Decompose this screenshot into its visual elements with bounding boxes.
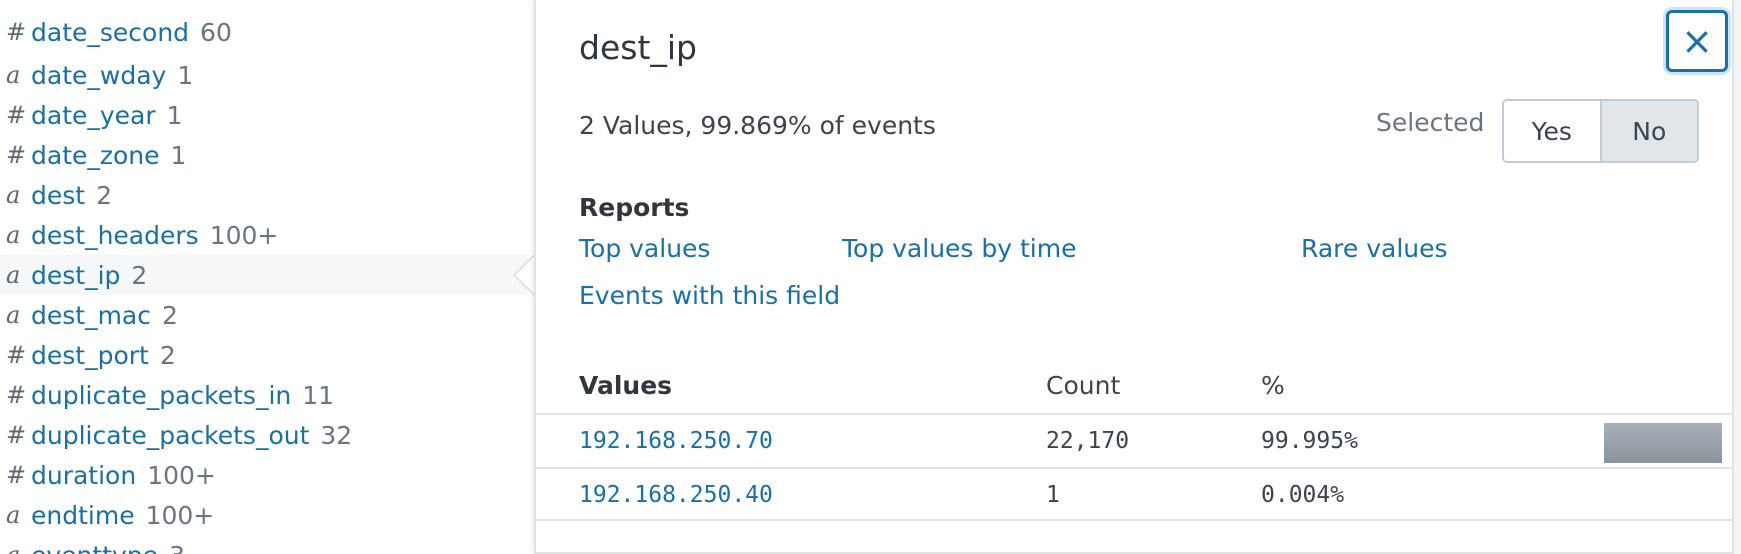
field-count: 32 xyxy=(320,420,353,450)
field-name[interactable]: duplicate_packets_in xyxy=(31,381,291,410)
field-row[interactable]: # duplicate_packets_out 32 xyxy=(0,415,528,455)
field-summary-popover: dest_ip × 2 Values, 99.869% of events Se… xyxy=(534,0,1734,554)
close-button[interactable]: × xyxy=(1666,10,1728,72)
string-type-icon: a xyxy=(6,541,31,554)
percent-cell: 0.004% xyxy=(1261,482,1345,508)
field-name[interactable]: dest xyxy=(31,181,85,210)
string-type-icon: a xyxy=(6,301,21,329)
numeric-type-icon: # xyxy=(6,461,27,489)
toggle-no-button[interactable]: No xyxy=(1599,101,1697,161)
values-summary: 2 Values, 99.869% of events xyxy=(579,111,936,140)
percent-cell: 99.995% xyxy=(1261,428,1358,454)
toggle-yes-button[interactable]: Yes xyxy=(1504,101,1600,161)
top-values-link[interactable]: Top values xyxy=(579,234,710,263)
table-row: 192.168.250.70 22,170 99.995% xyxy=(536,413,1732,467)
table-bottom-border xyxy=(536,519,1732,521)
percent-column-header: % xyxy=(1261,371,1285,400)
field-name[interactable]: dest_mac xyxy=(31,301,151,330)
string-type-icon: a xyxy=(6,261,21,289)
field-name[interactable]: dest_ip xyxy=(31,261,120,290)
percent-bar xyxy=(1604,423,1722,463)
field-row[interactable]: # date_year 1 xyxy=(0,95,528,135)
numeric-type-icon: # xyxy=(6,341,27,369)
field-row[interactable]: a endtime 100+ xyxy=(0,495,528,535)
numeric-type-icon: # xyxy=(6,421,27,449)
background-panel-edge xyxy=(1735,0,1741,554)
numeric-type-icon: # xyxy=(6,141,27,169)
field-count: 60 xyxy=(200,17,232,47)
percent-bar-track xyxy=(1604,423,1722,463)
string-type-icon: a xyxy=(6,61,21,89)
field-row[interactable]: # duration 100+ xyxy=(0,455,528,495)
field-row[interactable]: a date_wday 1 xyxy=(0,55,528,95)
count-column-header: Count xyxy=(1046,371,1121,400)
field-count: 11 xyxy=(302,380,335,410)
field-count: 100+ xyxy=(147,460,216,490)
field-name[interactable]: dest_port xyxy=(31,341,149,370)
field-count: 2 xyxy=(131,260,148,290)
events-with-field-link[interactable]: Events with this field xyxy=(579,281,840,310)
string-type-icon: a xyxy=(6,501,21,529)
field-name[interactable]: duplicate_packets_out xyxy=(31,421,309,450)
field-row[interactable]: a eventtype 3 xyxy=(0,535,528,554)
top-values-by-time-link[interactable]: Top values by time xyxy=(842,234,1077,263)
field-count: 2 xyxy=(96,180,112,210)
field-name[interactable]: dest_headers xyxy=(31,221,199,250)
count-cell: 1 xyxy=(1046,482,1060,508)
field-name[interactable]: date_year xyxy=(31,101,156,130)
field-count: 2 xyxy=(162,300,178,330)
string-type-icon: a xyxy=(6,221,21,249)
field-name[interactable]: duration xyxy=(31,461,136,490)
field-name[interactable]: endtime xyxy=(31,501,135,530)
field-name[interactable]: eventtype xyxy=(31,541,158,554)
field-count: 100+ xyxy=(209,220,279,250)
field-row[interactable]: # date_zone 1 xyxy=(0,135,528,175)
field-count: 1 xyxy=(166,100,183,130)
field-count: 100+ xyxy=(145,500,215,530)
field-list: # date_second 60 a date_wday 1 # date_ye… xyxy=(0,0,528,554)
field-row[interactable]: # dest_port 2 xyxy=(0,335,528,375)
field-row[interactable]: a dest_mac 2 xyxy=(0,295,528,335)
value-link[interactable]: 192.168.250.70 xyxy=(579,428,773,454)
count-cell: 22,170 xyxy=(1046,428,1130,454)
popover-title: dest_ip xyxy=(579,28,697,67)
field-name[interactable]: date_second xyxy=(31,18,189,47)
percent-bar-track xyxy=(1604,477,1722,517)
field-row-selected[interactable]: a dest_ip 2 xyxy=(0,255,528,295)
numeric-type-icon: # xyxy=(6,381,27,409)
field-name[interactable]: date_wday xyxy=(31,61,166,90)
selected-label: Selected xyxy=(1376,108,1485,137)
field-row[interactable]: a dest_headers 100+ xyxy=(0,215,528,255)
close-icon: × xyxy=(1681,19,1713,63)
value-link[interactable]: 192.168.250.40 xyxy=(579,482,773,508)
reports-heading: Reports xyxy=(579,193,690,222)
field-row[interactable]: # date_second 60 xyxy=(0,12,528,52)
field-count: 1 xyxy=(177,60,194,90)
numeric-type-icon: # xyxy=(6,101,27,129)
values-column-header: Values xyxy=(579,371,673,400)
rare-values-link[interactable]: Rare values xyxy=(1301,234,1448,263)
selected-toggle: Yes No xyxy=(1502,99,1699,163)
field-row[interactable]: # duplicate_packets_in 11 xyxy=(0,375,528,415)
string-type-icon: a xyxy=(6,181,21,209)
field-count: 1 xyxy=(170,140,187,170)
field-count: 3 xyxy=(169,541,185,554)
field-name[interactable]: date_zone xyxy=(31,141,160,170)
field-count: 2 xyxy=(159,340,176,370)
numeric-type-icon: # xyxy=(6,18,27,46)
field-row[interactable]: a dest 2 xyxy=(0,175,528,215)
table-row: 192.168.250.40 1 0.004% xyxy=(536,467,1732,521)
